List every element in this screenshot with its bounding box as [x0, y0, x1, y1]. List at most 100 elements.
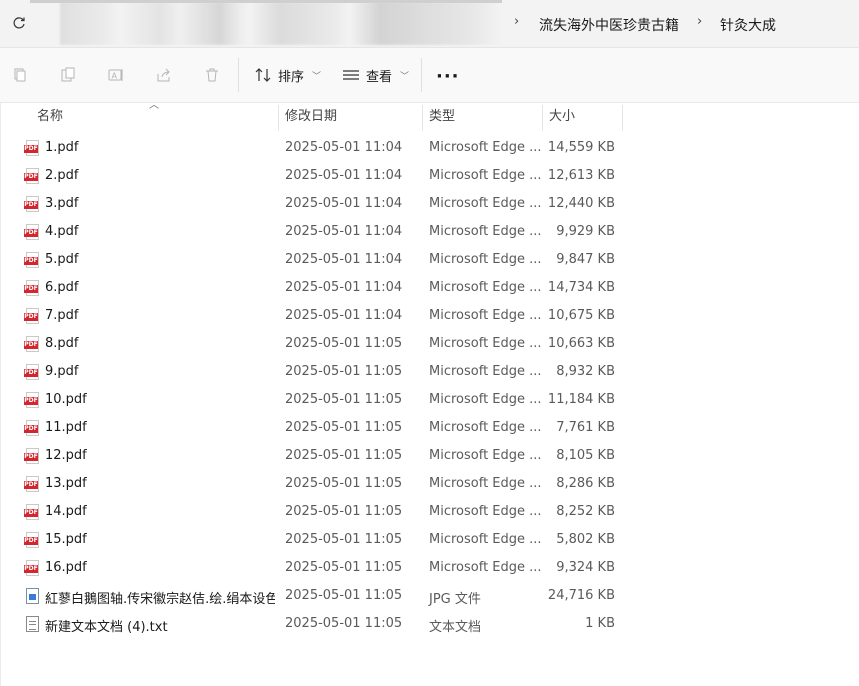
cut-icon[interactable] [10, 65, 30, 85]
file-row[interactable]: PDF 7.pdf 2025-05-01 11:04 Microsoft Edge .… [18, 302, 638, 330]
column-header-type[interactable]: 类型 [423, 103, 542, 130]
file-name: 7.pdf [45, 308, 79, 323]
file-type: Microsoft Edge ... [429, 140, 542, 155]
file-size: 9,324 KB [556, 560, 615, 575]
file-type: Microsoft Edge ... [429, 252, 542, 267]
file-date: 2025-05-01 11:05 [285, 588, 403, 603]
file-row[interactable]: PDF 9.pdf 2025-05-01 11:05 Microsoft Edge .… [18, 358, 638, 386]
pdf-icon: PDF [24, 336, 40, 353]
pdf-icon: PDF [24, 168, 40, 185]
file-name: 16.pdf [45, 560, 87, 575]
pdf-icon: PDF [24, 140, 40, 157]
column-header-name[interactable]: 名称 [31, 103, 278, 130]
rename-icon[interactable]: A [106, 65, 126, 85]
breadcrumb-item-current[interactable]: 针灸大成 [720, 15, 776, 35]
file-row[interactable]: PDF 10.pdf 2025-05-01 11:05 Microsoft Edge … [18, 386, 638, 414]
column-divider[interactable] [622, 105, 623, 131]
toolbar-divider [238, 58, 239, 92]
file-explorer-window: › 流失海外中医珍贵古籍 › 针灸大成 A 排序 ﹀ 查看 ﹀ ··· ︿ 名称… [0, 0, 859, 686]
file-name: 新建文本文档 (4).txt [45, 620, 168, 635]
file-row[interactable]: PDF 16.pdf 2025-05-01 11:05 Microsoft Edge … [18, 554, 638, 582]
pdf-icon: PDF [24, 308, 40, 325]
breadcrumb-item[interactable]: 流失海外中医珍贵古籍 [539, 15, 679, 35]
copy-icon[interactable] [58, 65, 78, 85]
view-button-label: 查看 [366, 69, 393, 85]
file-row[interactable]: PDF 4.pdf 2025-05-01 11:04 Microsoft Edge .… [18, 218, 638, 246]
file-date: 2025-05-01 11:05 [285, 532, 403, 547]
file-date: 2025-05-01 11:05 [285, 476, 403, 491]
file-size: 8,252 KB [556, 504, 615, 519]
pdf-icon: PDF [24, 532, 40, 549]
file-name: 1.pdf [45, 140, 79, 155]
file-row[interactable]: PDF 6.pdf 2025-05-01 11:04 Microsoft Edge .… [18, 274, 638, 302]
file-row[interactable]: 紅蓼白鵝图轴.传宋徽宗赵佶.绘.绢本设色.... 2025-05-01 11:05… [18, 582, 638, 610]
file-row[interactable]: PDF 14.pdf 2025-05-01 11:05 Microsoft Edge … [18, 498, 638, 526]
pdf-icon: PDF [24, 252, 40, 269]
sort-button[interactable]: 排序 ﹀ [254, 64, 321, 86]
file-date: 2025-05-01 11:05 [285, 616, 403, 631]
file-row[interactable]: PDF 15.pdf 2025-05-01 11:05 Microsoft Edge … [18, 526, 638, 554]
file-row[interactable]: PDF 3.pdf 2025-05-01 11:04 Microsoft Edge .… [18, 190, 638, 218]
view-button[interactable]: 查看 ﹀ [342, 64, 409, 86]
file-name: 14.pdf [45, 504, 87, 519]
file-name: 8.pdf [45, 336, 79, 351]
sort-icon [255, 68, 271, 82]
file-row[interactable]: PDF 5.pdf 2025-05-01 11:04 Microsoft Edge .… [18, 246, 638, 274]
sort-button-label: 排序 [278, 69, 305, 85]
file-type: Microsoft Edge ... [429, 280, 542, 295]
file-type: Microsoft Edge ... [429, 392, 542, 407]
file-size: 8,286 KB [556, 476, 615, 491]
delete-icon[interactable] [202, 65, 222, 85]
file-size: 8,105 KB [556, 448, 615, 463]
file-name: 11.pdf [45, 420, 87, 435]
pdf-icon: PDF [24, 280, 40, 297]
file-name: 6.pdf [45, 280, 79, 295]
file-row[interactable]: PDF 8.pdf 2025-05-01 11:05 Microsoft Edge .… [18, 330, 638, 358]
command-bar: A 排序 ﹀ 查看 ﹀ ··· [0, 48, 859, 103]
address-bar-row: › 流失海外中医珍贵古籍 › 针灸大成 [0, 0, 859, 48]
breadcrumb-chevron-icon: › [697, 14, 703, 29]
file-name: 紅蓼白鵝图轴.传宋徽宗赵佶.绘.绢本设色.... [45, 592, 275, 607]
file-type: Microsoft Edge ... [429, 224, 542, 239]
file-type: 文本文档 [429, 620, 482, 635]
pdf-icon: PDF [24, 420, 40, 437]
file-date: 2025-05-01 11:04 [285, 140, 403, 155]
blurred-breadcrumb-region [30, 2, 502, 45]
svg-text:A: A [112, 72, 118, 81]
file-date: 2025-05-01 11:04 [285, 168, 403, 183]
file-date: 2025-05-01 11:05 [285, 364, 403, 379]
file-type: Microsoft Edge ... [429, 476, 542, 491]
file-date: 2025-05-01 11:04 [285, 224, 403, 239]
file-name: 3.pdf [45, 196, 79, 211]
file-name: 5.pdf [45, 252, 79, 267]
file-name: 2.pdf [45, 168, 79, 183]
refresh-icon[interactable] [8, 12, 30, 34]
file-type: Microsoft Edge ... [429, 532, 542, 547]
file-row[interactable]: PDF 13.pdf 2025-05-01 11:05 Microsoft Edge … [18, 470, 638, 498]
file-type: Microsoft Edge ... [429, 308, 542, 323]
file-row[interactable]: PDF 12.pdf 2025-05-01 11:05 Microsoft Edge … [18, 442, 638, 470]
file-size: 12,440 KB [547, 196, 615, 211]
file-type: Microsoft Edge ... [429, 448, 542, 463]
file-name: 9.pdf [45, 364, 79, 379]
file-name: 4.pdf [45, 224, 79, 239]
file-row[interactable]: 新建文本文档 (4).txt 2025-05-01 11:05 文本文档 1 KB [18, 610, 638, 638]
file-row[interactable]: PDF 1.pdf 2025-05-01 11:04 Microsoft Edge .… [18, 134, 638, 162]
file-date: 2025-05-01 11:04 [285, 196, 403, 211]
more-options-icon[interactable]: ··· [436, 66, 460, 87]
share-icon[interactable] [154, 65, 174, 85]
file-size: 5,802 KB [556, 532, 615, 547]
file-date: 2025-05-01 11:05 [285, 504, 403, 519]
file-date: 2025-05-01 11:04 [285, 252, 403, 267]
file-name: 10.pdf [45, 392, 87, 407]
chevron-down-icon: ﹀ [400, 71, 410, 82]
file-size: 11,184 KB [547, 392, 615, 407]
file-date: 2025-05-01 11:05 [285, 448, 403, 463]
file-row[interactable]: PDF 2.pdf 2025-05-01 11:04 Microsoft Edge .… [18, 162, 638, 190]
column-header-date[interactable]: 修改日期 [279, 103, 422, 130]
file-row[interactable]: PDF 11.pdf 2025-05-01 11:05 Microsoft Edge … [18, 414, 638, 442]
file-type: Microsoft Edge ... [429, 560, 542, 575]
column-header-size[interactable]: 大小 [543, 103, 622, 130]
pdf-icon: PDF [24, 448, 40, 465]
image-icon [24, 588, 40, 605]
